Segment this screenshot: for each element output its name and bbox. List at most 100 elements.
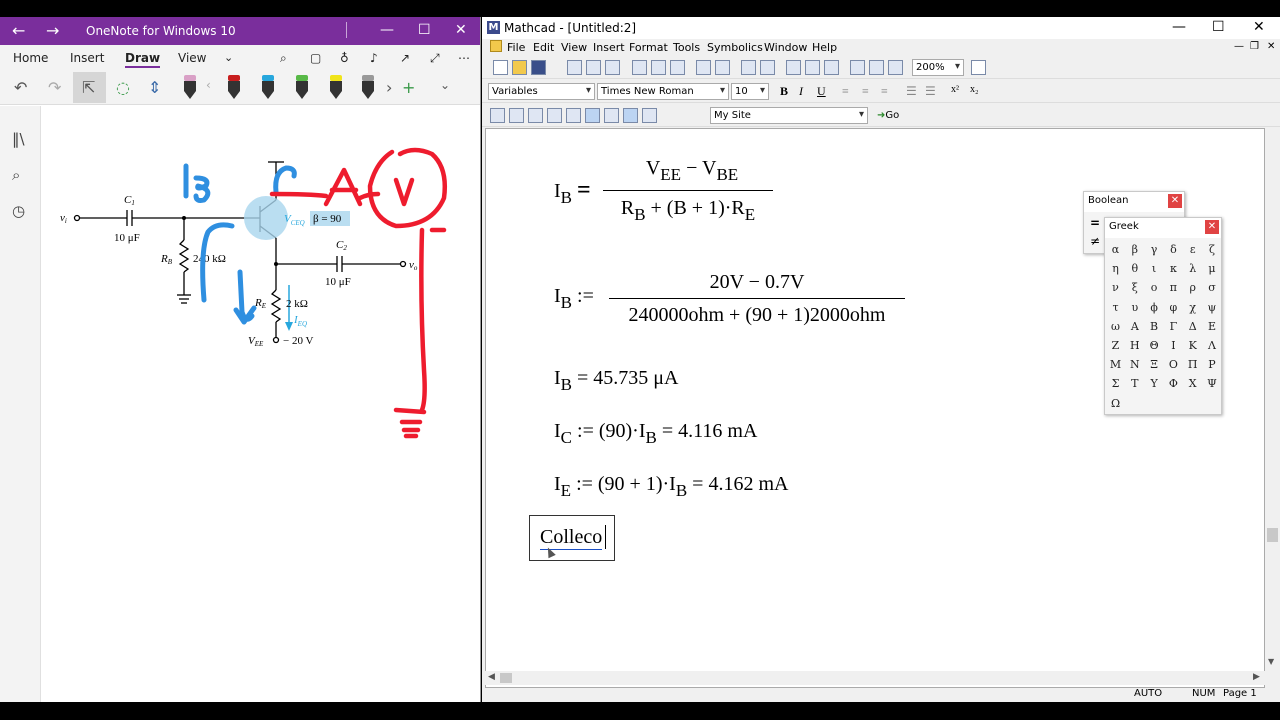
copy-icon[interactable] [651, 60, 666, 75]
menu-help[interactable]: Help [812, 41, 837, 54]
insert-unit-icon[interactable] [805, 60, 820, 75]
bullets-icon[interactable]: ☰ [906, 84, 917, 99]
eq2-lhs[interactable]: IB := [554, 285, 594, 313]
greek-letter-button[interactable]: Ψ [1203, 374, 1222, 393]
calculate-icon[interactable] [824, 60, 839, 75]
greek-letter-button[interactable]: λ [1183, 259, 1202, 278]
greek-letter-button[interactable]: ρ [1183, 278, 1202, 297]
align-left-text-icon[interactable]: ≡ [842, 84, 849, 99]
chevron-down-icon[interactable]: ⌄ [224, 51, 233, 64]
greek-letter-button[interactable]: Π [1183, 355, 1202, 374]
document-icon[interactable] [490, 40, 502, 52]
greek-letter-button[interactable]: π [1164, 278, 1183, 297]
scroll-right-icon[interactable]: › [386, 78, 392, 97]
select-cursor-icon[interactable]: ⇱ [82, 78, 95, 97]
greek-letter-button[interactable]: ϕ [1145, 298, 1164, 317]
maximize-icon[interactable]: ☐ [1212, 19, 1225, 35]
align-right-icon[interactable]: ≡ [881, 84, 888, 99]
evaluation-palette-icon[interactable] [547, 108, 562, 123]
greek-letter-button[interactable]: ν [1106, 278, 1125, 297]
doc-close-icon[interactable]: ✕ [1267, 41, 1275, 52]
greek-letter-button[interactable]: Ζ [1106, 336, 1125, 355]
greek-letter-button[interactable]: θ [1125, 259, 1144, 278]
expand-icon[interactable]: ⤢ [430, 51, 440, 66]
doc-restore-icon[interactable]: ❐ [1250, 41, 1259, 52]
pen-red[interactable] [228, 75, 240, 101]
greek-letter-button[interactable]: Κ [1183, 336, 1202, 355]
add-space-icon[interactable]: ⇕ [148, 78, 161, 97]
redo-icon[interactable] [715, 60, 730, 75]
minimize-icon[interactable]: — [1172, 19, 1186, 35]
go-button[interactable]: ➜Go [877, 110, 899, 121]
save-icon[interactable] [531, 60, 546, 75]
greek-letter-button[interactable]: Υ [1145, 374, 1164, 393]
greek-letter-button[interactable]: κ [1164, 259, 1183, 278]
text-region[interactable]: Colleco [529, 515, 615, 561]
eq5[interactable]: IE := (90 + 1)·IB = 4.162 mA [554, 473, 788, 501]
eq4[interactable]: IC := (90)·IB = 4.116 mA [554, 420, 757, 448]
pen-blue[interactable] [262, 75, 274, 101]
greek-letter-button[interactable]: Ν [1125, 355, 1144, 374]
greek-letter-button[interactable]: η [1106, 259, 1125, 278]
boolean-not-equal-button[interactable]: ≠ [1090, 234, 1100, 248]
toolbar-expand-icon[interactable]: ⌄ [440, 78, 450, 92]
onenote-canvas[interactable]: vi C1 10 μF RB 240 kΩ VCEQ β = 90 C2 10 … [42, 106, 480, 702]
greek-letter-button[interactable]: Λ [1203, 336, 1222, 355]
resource-icon[interactable] [888, 60, 903, 75]
greek-letter-button[interactable]: Φ [1164, 374, 1183, 393]
back-arrow-icon[interactable]: ← [12, 21, 25, 40]
menu-view[interactable]: View [561, 41, 587, 54]
greek-letter-button[interactable]: σ [1203, 278, 1222, 297]
undo-icon[interactable] [696, 60, 711, 75]
greek-letter-button[interactable]: Α [1125, 317, 1144, 336]
greek-letter-button[interactable]: ο [1145, 278, 1164, 297]
lasso-select-icon[interactable]: ◌ [116, 78, 130, 97]
greek-letter-button[interactable]: Ω [1106, 394, 1125, 413]
greek-letter-button[interactable]: τ [1106, 298, 1125, 317]
tab-home[interactable]: Home [13, 51, 48, 65]
forward-arrow-icon[interactable]: → [46, 21, 59, 40]
site-select[interactable]: My Site [710, 107, 868, 124]
vertical-scrollbar[interactable]: ▼ [1265, 128, 1280, 674]
minimize-icon[interactable]: — [380, 22, 394, 38]
maximize-icon[interactable]: ☐ [418, 22, 431, 38]
font-select[interactable]: Times New Roman [597, 83, 729, 100]
greek-letter-button[interactable]: φ [1164, 298, 1183, 317]
greek-letter-button[interactable]: Ρ [1203, 355, 1222, 374]
greek-letter-button[interactable]: Σ [1106, 374, 1125, 393]
open-icon[interactable] [512, 60, 527, 75]
menu-tools[interactable]: Tools [673, 41, 700, 54]
print-icon[interactable] [567, 60, 582, 75]
vertical-scroll-thumb[interactable] [1267, 528, 1278, 542]
menu-window[interactable]: Window [764, 41, 807, 54]
greek-letter-button[interactable]: Δ [1183, 317, 1202, 336]
greek-letter-button[interactable]: ξ [1125, 278, 1144, 297]
symbolic-palette-icon[interactable] [642, 108, 657, 123]
help-icon[interactable] [971, 60, 986, 75]
subscript-icon[interactable]: x₂ [970, 84, 979, 95]
greek-letter-button[interactable]: ψ [1203, 298, 1222, 317]
hyperlink-icon[interactable] [869, 60, 884, 75]
new-icon[interactable] [493, 60, 508, 75]
search-icon[interactable]: ⌕ [12, 166, 20, 184]
greek-letter-button[interactable]: Β [1145, 317, 1164, 336]
doc-minimize-icon[interactable]: — [1234, 41, 1244, 52]
greek-palette-icon[interactable] [623, 108, 638, 123]
graph-palette-icon[interactable] [509, 108, 524, 123]
align-left-icon[interactable] [760, 60, 775, 75]
horizontal-scrollbar[interactable]: ◀ ▶ [485, 671, 1265, 685]
greek-letter-button[interactable]: Η [1125, 336, 1144, 355]
eq3[interactable]: IB = 45.735 μA [554, 367, 678, 395]
greek-letter-button[interactable]: δ [1164, 240, 1183, 259]
component-icon[interactable] [850, 60, 865, 75]
highlighter-yellow[interactable] [330, 75, 342, 101]
greek-letter-button[interactable]: Μ [1106, 355, 1125, 374]
underline-button[interactable]: U [817, 84, 826, 99]
numbering-icon[interactable]: ☰ [925, 84, 936, 99]
boolean-equal-button[interactable]: = [1090, 216, 1100, 230]
greek-letter-button[interactable]: Τ [1125, 374, 1144, 393]
recent-icon[interactable]: ◷ [12, 202, 25, 220]
greek-letter-button[interactable]: Ε [1203, 317, 1222, 336]
notebooks-icon[interactable]: ‖\ [12, 130, 25, 148]
calculator-palette-icon[interactable] [490, 108, 505, 123]
